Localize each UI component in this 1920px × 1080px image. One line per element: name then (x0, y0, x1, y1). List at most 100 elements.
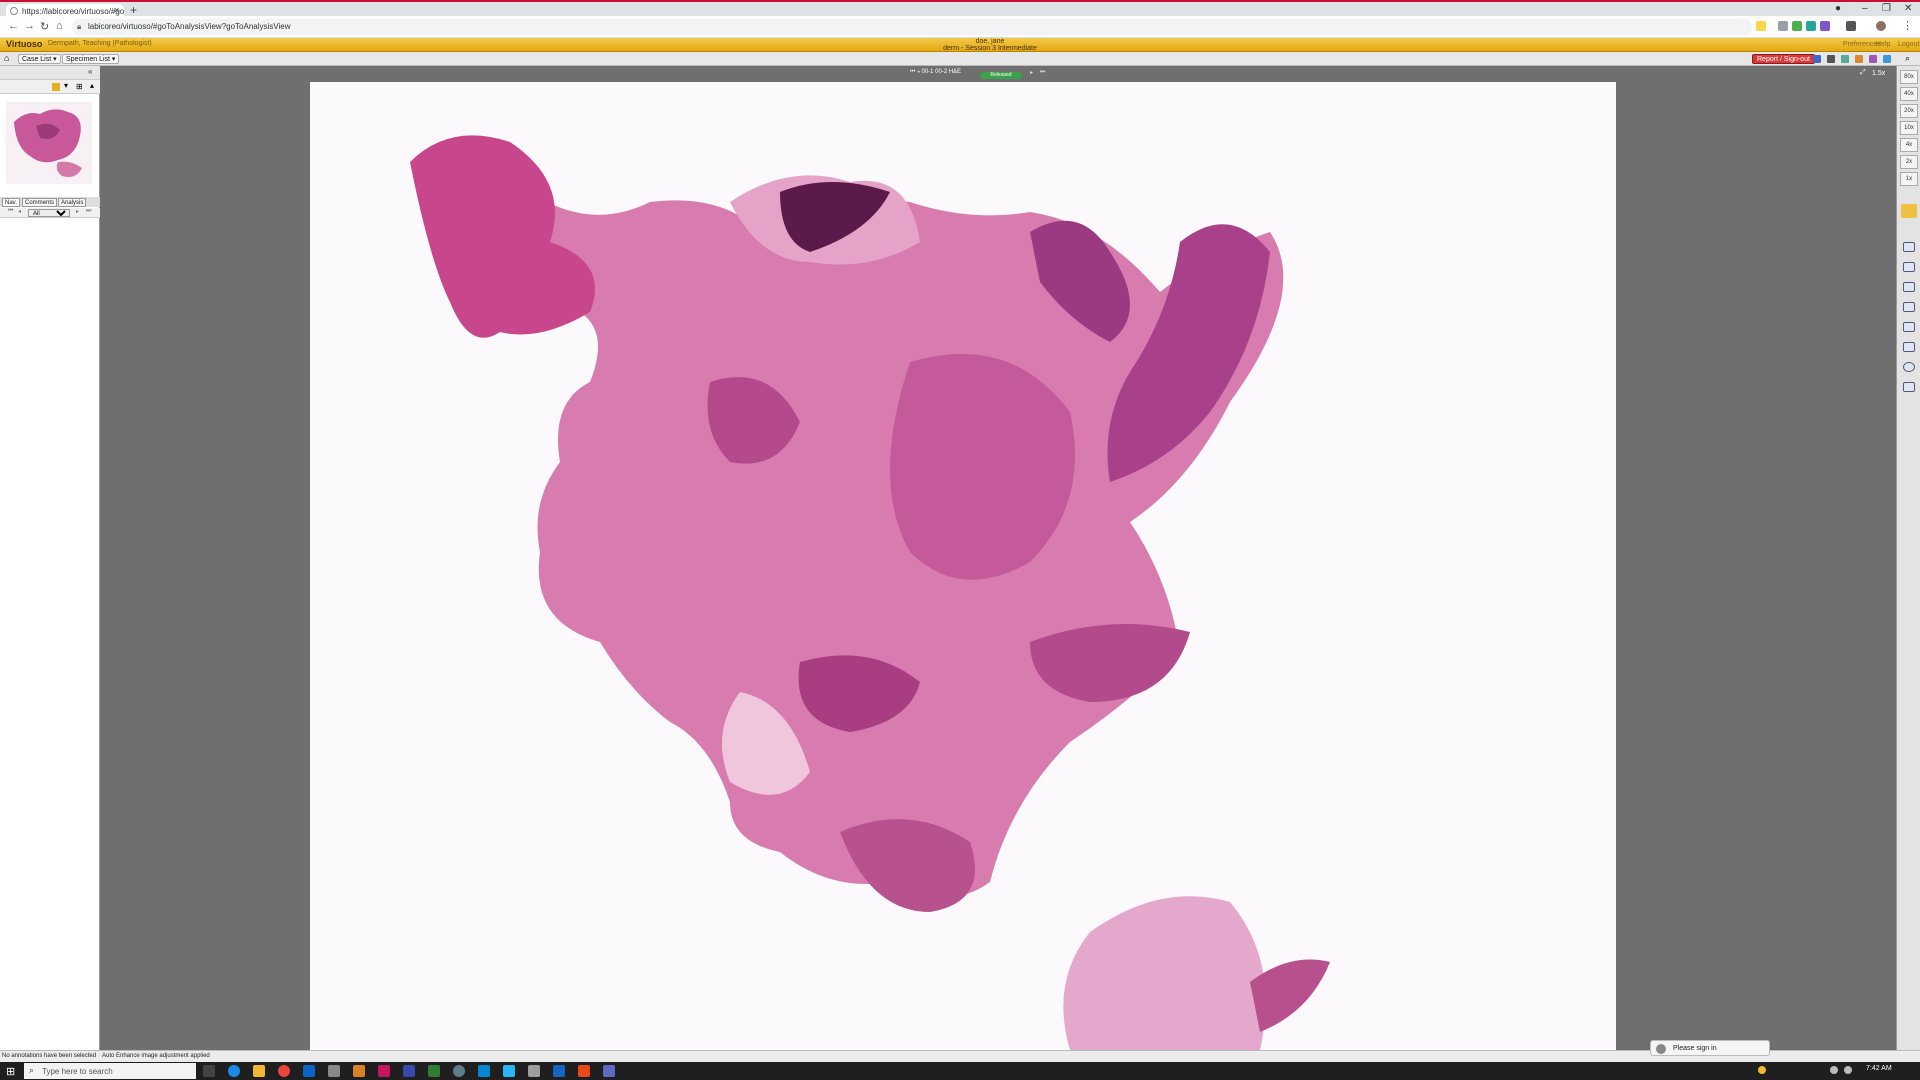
zoom-80x-button[interactable]: 80x (1900, 70, 1918, 84)
kebab-menu-icon[interactable]: ⋮ (1902, 19, 1913, 32)
tool-icon[interactable] (1883, 55, 1891, 63)
back-icon[interactable]: ← (8, 20, 19, 32)
user-name: doe, jane (975, 38, 1005, 45)
first-slide-icon[interactable]: ⏮ (910, 69, 915, 75)
powerpoint-icon[interactable] (578, 1065, 590, 1077)
teams-icon[interactable] (603, 1065, 615, 1077)
tool-icon[interactable] (1855, 55, 1863, 63)
zoom-4x-button[interactable]: 4x (1900, 138, 1918, 152)
tool-icon[interactable] (1827, 55, 1835, 63)
file-explorer-icon[interactable] (253, 1065, 265, 1077)
ellipse-tool-icon[interactable] (1903, 362, 1915, 372)
report-signout-button[interactable]: Report / Sign-out (1752, 54, 1815, 64)
app-icon[interactable] (453, 1065, 465, 1077)
ruler-icon[interactable] (1903, 282, 1915, 292)
clock[interactable]: 7:42 AM (1866, 1065, 1892, 1072)
zoom-10x-button[interactable]: 10x (1900, 121, 1918, 135)
zoom-2x-button[interactable]: 2x (1900, 155, 1918, 169)
tab-comments[interactable]: Comments (22, 198, 58, 207)
url-field[interactable]: 🔒︎ labicoreo/virtuoso/#goToAnalysisView?… (72, 19, 1752, 35)
profile-icon[interactable]: ● (1835, 3, 1841, 14)
pen-icon[interactable] (1903, 342, 1915, 352)
skype-icon[interactable] (503, 1065, 515, 1077)
chevron-down-icon[interactable]: ▾ (64, 81, 68, 90)
app-icon[interactable] (353, 1065, 365, 1077)
collapse-panel-icon[interactable]: « (88, 67, 92, 76)
prev-page-icon[interactable]: ◂ (18, 208, 21, 215)
slide-label[interactable]: 00-1 00-2 H&E (921, 69, 961, 75)
rectangle-tool-icon[interactable] (1903, 242, 1915, 252)
extension-icon[interactable] (1806, 21, 1816, 31)
slide-thumbnail[interactable] (6, 102, 92, 184)
outlook-icon[interactable] (303, 1065, 315, 1077)
last-page-icon[interactable]: ⏭ (86, 208, 91, 215)
zoom-1x-button[interactable]: 1x (1900, 172, 1918, 186)
last-slide-icon[interactable]: ⏭ (1040, 69, 1045, 76)
edge-icon[interactable] (228, 1065, 240, 1077)
app-icon[interactable] (378, 1065, 390, 1077)
app-icon[interactable] (478, 1065, 490, 1077)
hand-tool-icon[interactable] (1901, 204, 1917, 218)
star-icon[interactable] (1756, 21, 1766, 31)
chrome-icon[interactable] (278, 1065, 290, 1077)
info-icon[interactable] (1813, 55, 1821, 63)
tool-icon[interactable] (1841, 55, 1849, 63)
grid-icon[interactable]: ⊞ (76, 82, 83, 91)
prev-slide-icon[interactable]: ◂ (917, 69, 920, 75)
chevron-up-icon[interactable]: ▴ (90, 81, 94, 90)
app-icon[interactable] (528, 1065, 540, 1077)
address-bar-row: ← → ↻ ⌂ 🔒︎ labicoreo/virtuoso/#goToAnaly… (0, 16, 1920, 38)
comment-icon[interactable] (1903, 302, 1915, 312)
zoom-20x-button[interactable]: 20x (1900, 104, 1918, 118)
network-icon[interactable] (1830, 1066, 1838, 1074)
search-icon[interactable]: ⌕ (1905, 53, 1910, 64)
specimen-list-dropdown[interactable]: Specimen List ▾ (62, 54, 120, 64)
logout-link[interactable]: Logout (1898, 41, 1919, 48)
app-icon[interactable] (428, 1065, 440, 1077)
avatar[interactable] (1876, 21, 1886, 31)
puzzle-icon[interactable] (1846, 21, 1856, 31)
extension-icon[interactable] (1820, 21, 1830, 31)
next-page-icon[interactable]: ▸ (76, 208, 79, 215)
help-link[interactable]: Help (1876, 41, 1890, 48)
tool-icon[interactable] (1869, 55, 1877, 63)
zoom-40x-button[interactable]: 40x (1900, 87, 1918, 101)
left-navigation-panel: « ▾ ⊞ ▴ Nav. Comments Analysis ⏮ ◂ All ▸… (0, 66, 100, 1052)
next-slide-icon[interactable]: ▸ (1030, 69, 1033, 76)
new-tab-button[interactable]: + (130, 3, 137, 17)
filter-select[interactable]: All (28, 209, 70, 217)
close-tab-icon[interactable]: ✕ (113, 6, 120, 15)
word-icon[interactable] (553, 1065, 565, 1077)
minimize-icon[interactable]: – (1862, 3, 1868, 14)
slide-image[interactable] (310, 82, 1616, 1050)
forward-icon[interactable]: → (24, 20, 35, 32)
status-badge: Released (980, 72, 1022, 79)
layers-icon[interactable] (1903, 322, 1915, 332)
task-view-icon[interactable] (203, 1065, 215, 1077)
tab-analysis[interactable]: Analysis (58, 198, 87, 207)
snapshot-icon[interactable] (1903, 262, 1915, 272)
app-icon[interactable] (328, 1065, 340, 1077)
panel-toolbar: ▾ ⊞ ▴ (0, 80, 100, 94)
close-window-icon[interactable]: ✕ (1904, 3, 1912, 14)
case-list-dropdown[interactable]: Case List ▾ (18, 54, 61, 64)
home-icon[interactable]: ⌂ (56, 20, 63, 32)
os-taskbar: ⊞ ⌕ Type here to search 7:42 AM (0, 1062, 1920, 1080)
windows-start-icon[interactable]: ⊞ (6, 1065, 15, 1078)
tab-nav[interactable]: Nav. (2, 198, 20, 207)
extension-icon[interactable] (1792, 21, 1802, 31)
specimen-list-label: Specimen List (66, 56, 110, 63)
signin-prompt[interactable]: Please sign in (1650, 1040, 1770, 1056)
weather-icon[interactable] (1758, 1066, 1766, 1074)
user-icon (1656, 1044, 1666, 1054)
annotation-icon[interactable] (52, 83, 60, 91)
app-icon[interactable] (403, 1065, 415, 1077)
table-icon[interactable] (1903, 382, 1915, 392)
maximize-icon[interactable]: ❐ (1882, 3, 1891, 14)
volume-icon[interactable] (1844, 1066, 1852, 1074)
reload-icon[interactable]: ↻ (40, 20, 49, 33)
first-page-icon[interactable]: ⏮ (8, 208, 13, 215)
extension-icon[interactable] (1778, 21, 1788, 31)
taskbar-search[interactable]: ⌕ Type here to search (24, 1063, 196, 1079)
home-icon[interactable]: ⌂ (4, 53, 9, 63)
